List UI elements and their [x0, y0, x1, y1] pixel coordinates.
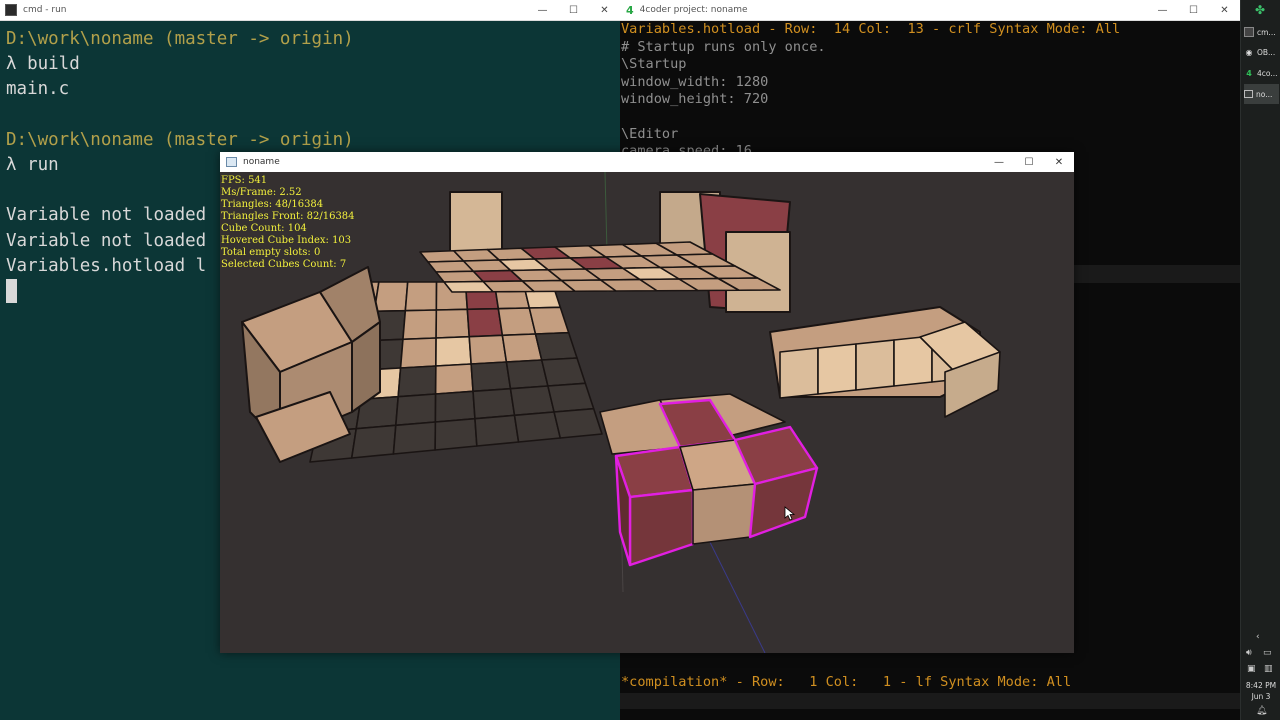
minimize-button[interactable]: —: [1147, 0, 1178, 20]
game-window: noname — ☐ ✕ FPS: 541 Ms/Frame: 2.52 Trian…: [220, 152, 1074, 653]
floor-tile: [468, 334, 508, 365]
3d-viewport[interactable]: FPS: 541 Ms/Frame: 2.52 Triangles: 48/1638…: [220, 172, 1074, 653]
terminal-line: D:\work\noname (master -> origin): [6, 129, 354, 150]
taskbar-item-label: cm...: [1257, 27, 1276, 37]
floor-tile: [435, 335, 472, 367]
minimize-button[interactable]: —: [984, 152, 1014, 172]
floor-tile: [528, 306, 570, 335]
code-line: # Startup runs only once.: [621, 39, 826, 55]
floor-tile: [392, 421, 437, 455]
floor-tile: [540, 357, 587, 387]
debug-hud: FPS: 541 Ms/Frame: 2.52 Triangles: 48/1638…: [221, 175, 355, 271]
game-titlebar: noname — ☐ ✕: [220, 152, 1074, 172]
taskbar-item-label: 4co...: [1257, 68, 1278, 78]
notification-bell-icon[interactable]: 🔔︎: [1256, 706, 1267, 716]
floor-tile: [395, 393, 437, 427]
app-logo-icon[interactable]: ✤: [1255, 3, 1265, 17]
4coder-titlebar: 4 4coder project: noname — ☐ ✕: [620, 0, 1240, 21]
4coder-icon: 4: [626, 3, 634, 17]
minimize-button[interactable]: —: [527, 0, 558, 20]
floor-tile: [434, 417, 478, 451]
code-line: \Editor: [621, 126, 679, 142]
close-button[interactable]: ✕: [589, 0, 620, 20]
walkway-cube: [779, 347, 819, 399]
maximize-button[interactable]: ☐: [1014, 152, 1044, 172]
clock-date[interactable]: Jun 3: [1241, 692, 1280, 701]
floor-tile: [373, 281, 409, 313]
hud-line: Cube Count: 104: [221, 223, 307, 234]
floor-tile: [397, 365, 437, 398]
hud-line: FPS: 541: [221, 175, 268, 186]
taskbar-item-label: no...: [1256, 89, 1273, 99]
floor-tile: [513, 411, 562, 443]
text-caret: [6, 279, 17, 304]
taskbar-item-4coder[interactable]: 4 4co...: [1244, 63, 1279, 83]
game-window-title: noname: [243, 157, 280, 167]
cmd-window-title: cmd - run: [23, 5, 67, 15]
terminal-icon: [1244, 27, 1254, 37]
terminal-line: D:\work\noname (master -> origin): [6, 29, 354, 49]
close-button[interactable]: ✕: [1209, 0, 1240, 20]
terminal-line: λ build: [6, 54, 80, 75]
compilation-status-bar: *compilation* - Row: 1 Col: 1 - lf Synta…: [621, 674, 1072, 690]
selected-cube-face: [628, 488, 695, 567]
chevron-left-icon[interactable]: ‹: [1256, 632, 1260, 642]
code-line: window_width: 1280: [621, 73, 769, 90]
taskbar-item-noname[interactable]: no...: [1244, 84, 1279, 104]
floor-tile: [505, 359, 549, 390]
compilation-panel[interactable]: [620, 693, 1240, 709]
display-icon[interactable]: ▥: [1264, 664, 1273, 674]
cube-face: [692, 483, 756, 545]
close-button[interactable]: ✕: [1044, 152, 1074, 172]
hud-line: Hovered Cube Index: 103: [221, 235, 352, 246]
terminal-line: main.c: [6, 79, 70, 100]
walkway-cube: [855, 339, 895, 391]
maximize-button[interactable]: ☐: [1178, 0, 1209, 20]
hud-line: Triangles Front: 82/16384: [221, 211, 355, 222]
taskbar: ✤ cm... ◉ OB... 4 4co... no... ‹ 🔊︎ ▭ ▣ …: [1240, 0, 1280, 720]
floor-tile: [466, 307, 504, 338]
4coder-icon: 4: [1246, 68, 1252, 78]
4coder-window-title: 4coder project: noname: [639, 5, 748, 15]
hud-line: Selected Cubes Count: 7: [221, 259, 347, 270]
app-window-icon: [226, 157, 237, 167]
floor-tile: [534, 331, 578, 361]
floor-tile: [434, 390, 476, 423]
taskbar-item-obs[interactable]: ◉ OB...: [1244, 42, 1279, 62]
cmd-titlebar: cmd - run — ☐ ✕: [0, 0, 620, 21]
floor-tile: [470, 361, 512, 393]
code-line: window_height: 720: [621, 91, 769, 108]
editor-status-bar: Variables.hotload - Row: 14 Col: 13 - cr…: [621, 21, 1121, 37]
volume-icon[interactable]: 🔊︎: [1246, 648, 1252, 658]
mouse-cursor-icon: [784, 506, 796, 521]
code-line: \Startup: [621, 56, 687, 73]
floor-tile: [509, 385, 555, 417]
taskbar-item-label: OB...: [1257, 47, 1276, 57]
floor-tile: [402, 309, 438, 341]
floor-tile: [434, 363, 474, 395]
hud-line: Total empty slots: 0: [221, 247, 321, 258]
floor-tile: [350, 424, 397, 459]
floor-tile: [547, 382, 595, 413]
clock-time[interactable]: 8:42 PM: [1241, 681, 1280, 690]
battery-icon[interactable]: ▭: [1263, 648, 1272, 658]
maximize-button[interactable]: ☐: [558, 0, 589, 20]
app-window-icon: [1244, 90, 1253, 98]
floor-tile: [435, 308, 471, 339]
network-icon[interactable]: ▣: [1247, 664, 1256, 674]
hud-line: Ms/Frame: 2.52: [221, 187, 302, 198]
floor-tile: [404, 281, 438, 312]
floor-tile: [472, 387, 516, 420]
floor-tile: [553, 407, 603, 439]
taskbar-item-cmd[interactable]: cm...: [1244, 22, 1279, 42]
hud-line: Triangles: 48/16384: [221, 199, 324, 210]
floor-tile: [474, 414, 520, 447]
obs-icon: ◉: [1245, 47, 1253, 57]
terminal-icon: [5, 4, 17, 16]
floor-tile: [399, 337, 437, 369]
walkway-cube: [817, 343, 857, 395]
